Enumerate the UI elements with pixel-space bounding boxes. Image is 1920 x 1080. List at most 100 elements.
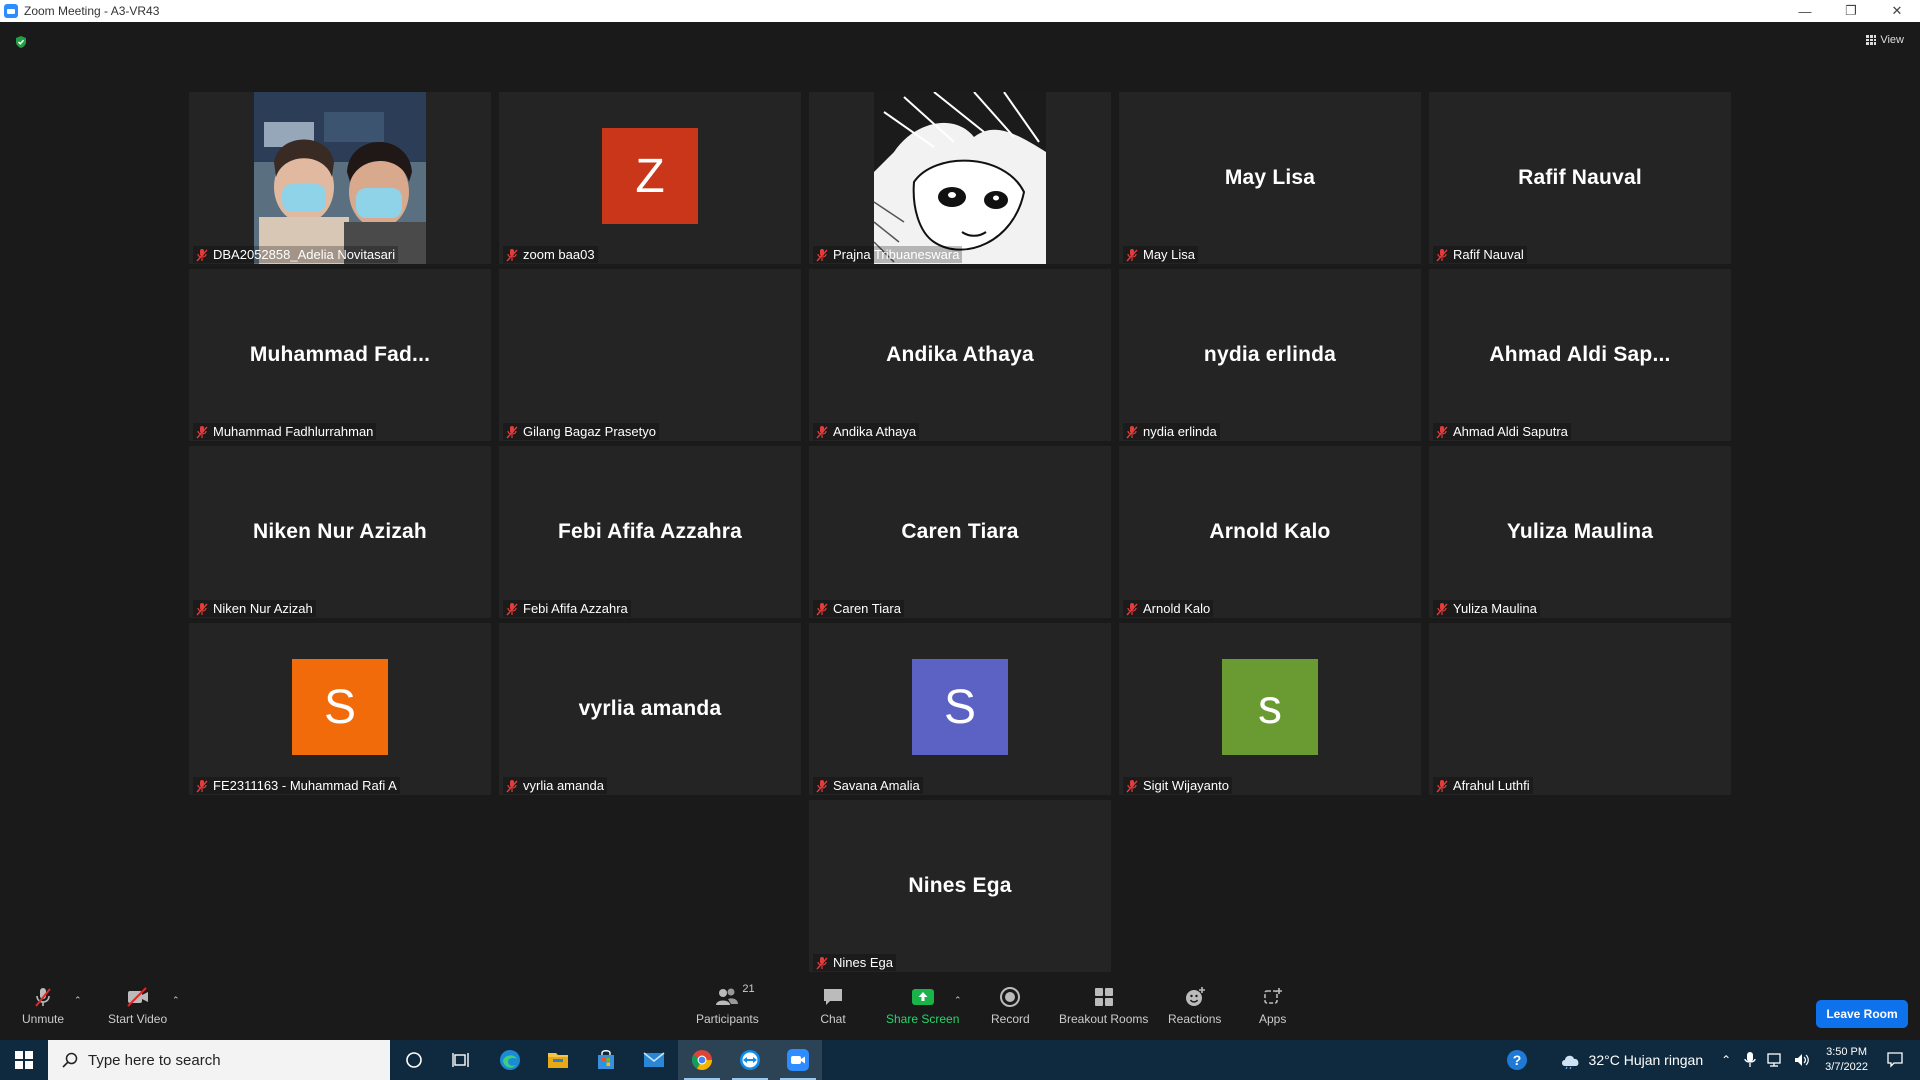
muted-microphone-icon: [1126, 248, 1138, 261]
share-screen-button[interactable]: Share Screen: [886, 985, 959, 1026]
participant-profile-photo: [874, 92, 1046, 264]
taskbar-search-box[interactable]: Type here to search: [48, 1040, 390, 1080]
reactions-label: Reactions: [1168, 1012, 1222, 1026]
help-tray-button[interactable]: ?: [1495, 1040, 1539, 1080]
participant-name-text: Niken Nur Azizah: [213, 601, 313, 616]
video-options-caret-icon[interactable]: ⌃: [172, 995, 180, 1006]
share-screen-icon: [910, 985, 936, 1009]
search-placeholder: Type here to search: [88, 1051, 221, 1069]
taskbar-chrome[interactable]: [678, 1040, 726, 1080]
participant-name-label: Niken Nur Azizah: [193, 600, 316, 617]
system-tray: ? 32°C Hujan ringan ⌃ 3:50 PM 3/7/2022: [1495, 1040, 1920, 1080]
participant-tile[interactable]: Niken Nur Azizah Niken Nur Azizah: [189, 446, 491, 618]
participant-tile[interactable]: Ahmad Aldi Sap... Ahmad Aldi Saputra: [1429, 269, 1731, 441]
record-button[interactable]: Record: [991, 985, 1030, 1026]
participant-display-name: Niken Nur Azizah: [253, 520, 427, 543]
participant-tile[interactable]: S Savana Amalia: [809, 623, 1111, 795]
svg-text:?: ?: [1512, 1052, 1521, 1068]
participant-name-text: Savana Amalia: [833, 778, 920, 793]
participant-name-label: DBA2052858_Adelia Novitasari: [193, 246, 399, 263]
participant-tile[interactable]: Arnold Kalo Arnold Kalo: [1119, 446, 1421, 618]
participant-tile[interactable]: Muhammad Fad... Muhammad Fadhlurrahman: [189, 269, 491, 441]
participant-display-name: vyrlia amanda: [578, 697, 722, 720]
participant-display-name: Ahmad Aldi Sap...: [1489, 343, 1671, 366]
cortana-button[interactable]: [390, 1040, 438, 1080]
participant-name-label: May Lisa: [1123, 246, 1199, 263]
view-label: View: [1880, 34, 1904, 46]
start-video-button[interactable]: Start Video: [108, 985, 167, 1026]
participant-tile[interactable]: DBA2052858_Adelia Novitasari: [189, 92, 491, 264]
participant-name-label: Arnold Kalo: [1123, 600, 1214, 617]
close-button[interactable]: ✕: [1874, 0, 1920, 22]
participant-tile[interactable]: S FE2311163 - Muhammad Rafi A: [189, 623, 491, 795]
microphone-tray-icon[interactable]: [1743, 1051, 1757, 1069]
muted-microphone-icon: [816, 779, 828, 792]
participant-tile[interactable]: Caren Tiara Caren Tiara: [809, 446, 1111, 618]
participant-tile[interactable]: Gilang Bagaz Prasetyo: [499, 269, 801, 441]
teamviewer-icon: [740, 1050, 760, 1070]
participant-display-name: Nines Ega: [908, 874, 1012, 897]
participant-name-label: Sigit Wijayanto: [1123, 777, 1232, 794]
participant-tile[interactable]: Prajna Tribuaneswara: [809, 92, 1111, 264]
view-button[interactable]: View: [1866, 34, 1904, 46]
participant-tile[interactable]: Rafif Nauval Rafif Nauval: [1429, 92, 1731, 264]
participant-name-text: nydia erlinda: [1143, 424, 1217, 439]
participant-tile[interactable]: Zzoom baa03: [499, 92, 801, 264]
reactions-button[interactable]: Reactions: [1168, 985, 1221, 1026]
minimize-button[interactable]: —: [1782, 0, 1828, 22]
participant-name-label: Afrahul Luthfi: [1433, 777, 1533, 794]
show-hidden-icons-chevron-icon[interactable]: ⌃: [1721, 1053, 1731, 1067]
security-shield-icon[interactable]: [14, 35, 28, 49]
participant-name-text: Muhammad Fadhlurrahman: [213, 424, 374, 439]
participant-tile[interactable]: nydia erlinda nydia erlinda: [1119, 269, 1421, 441]
taskbar-file-explorer[interactable]: [534, 1040, 582, 1080]
taskbar-edge[interactable]: [486, 1040, 534, 1080]
leave-room-button[interactable]: Leave Room: [1816, 1000, 1908, 1028]
video-off-icon: [125, 985, 151, 1009]
taskbar-store[interactable]: [582, 1040, 630, 1080]
clock[interactable]: 3:50 PM 3/7/2022: [1825, 1045, 1868, 1075]
apps-button[interactable]: Apps: [1259, 985, 1286, 1026]
participant-name-label: Ahmad Aldi Saputra: [1433, 423, 1571, 440]
weather-text[interactable]: 32°C Hujan ringan: [1589, 1052, 1704, 1068]
participant-name-label: Caren Tiara: [813, 600, 904, 617]
taskbar-zoom[interactable]: [774, 1040, 822, 1080]
participant-name-text: Nines Ega: [833, 955, 893, 970]
participant-tile[interactable]: May Lisa May Lisa: [1119, 92, 1421, 264]
taskbar-mail[interactable]: [630, 1040, 678, 1080]
restore-button[interactable]: ❐: [1828, 0, 1874, 22]
task-view-button[interactable]: [438, 1040, 486, 1080]
participant-name-label: Yuliza Maulina: [1433, 600, 1540, 617]
participant-name-label: Gilang Bagaz Prasetyo: [503, 423, 659, 440]
breakout-rooms-button[interactable]: Breakout Rooms: [1059, 985, 1148, 1026]
notification-center-icon[interactable]: [1886, 1051, 1904, 1069]
participant-tile[interactable]: Febi Afifa Azzahra Febi Afifa Azzahra: [499, 446, 801, 618]
participants-icon: 21: [714, 983, 755, 1009]
participant-tile[interactable]: Andika Athaya Andika Athaya: [809, 269, 1111, 441]
participant-tile[interactable]: vyrlia amanda vyrlia amanda: [499, 623, 801, 795]
participant-tile[interactable]: Nines Ega Nines Ega: [809, 800, 1111, 972]
participants-button[interactable]: 21 Participants: [696, 983, 759, 1026]
participant-name-label: vyrlia amanda: [503, 777, 607, 794]
share-options-caret-icon[interactable]: ⌃: [954, 995, 962, 1006]
unmute-button[interactable]: Unmute: [22, 985, 64, 1026]
muted-microphone-icon: [196, 779, 208, 792]
start-video-label: Start Video: [108, 1012, 168, 1026]
participant-name-text: Arnold Kalo: [1143, 601, 1211, 616]
chat-button[interactable]: Chat: [820, 985, 846, 1026]
muted-microphone-icon: [816, 602, 828, 615]
participant-display-name: Yuliza Maulina: [1506, 520, 1654, 543]
participant-name-label: Andika Athaya: [813, 423, 920, 440]
participant-tile[interactable]: Yuliza Maulina Yuliza Maulina: [1429, 446, 1731, 618]
participant-name-text: Andika Athaya: [833, 424, 917, 439]
participant-profile-photo: [254, 92, 426, 264]
volume-speaker-icon[interactable]: [1793, 1052, 1811, 1068]
participant-tile[interactable]: Afrahul Luthfi: [1429, 623, 1731, 795]
muted-microphone-icon: [1436, 248, 1448, 261]
participant-tile[interactable]: s Sigit Wijayanto: [1119, 623, 1421, 795]
start-button[interactable]: [0, 1040, 48, 1080]
muted-microphone-icon: [506, 248, 518, 261]
network-icon[interactable]: [1767, 1052, 1785, 1068]
audio-options-caret-icon[interactable]: ⌃: [74, 995, 82, 1006]
taskbar-teamviewer[interactable]: [726, 1040, 774, 1080]
